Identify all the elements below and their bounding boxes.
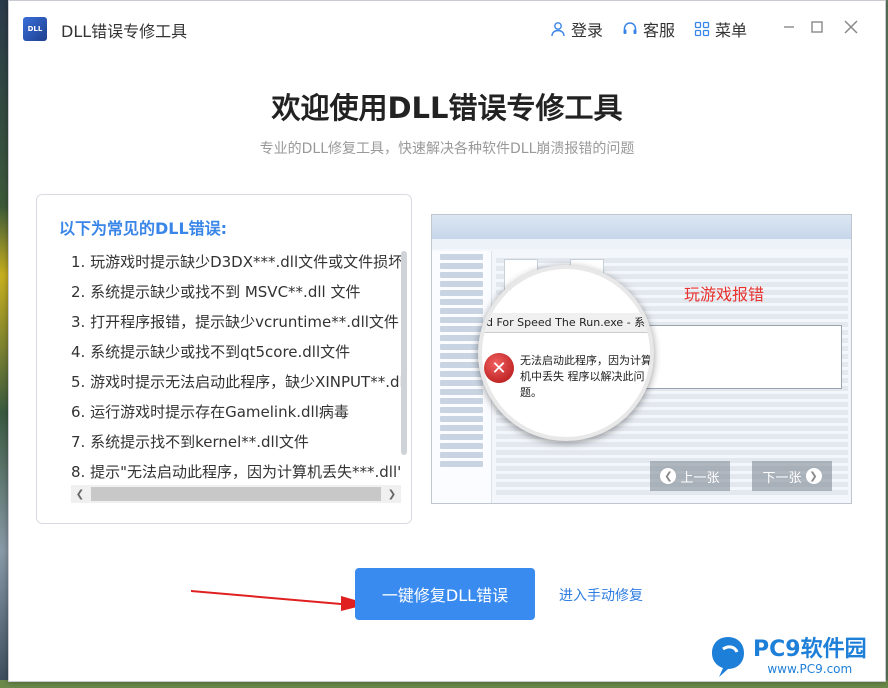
error-icon: ✕: [484, 353, 514, 383]
close-icon: [844, 20, 858, 34]
error-example-slideshow: d For Speed The Run.exe - 系统错误 ✕ 无法启动此程序…: [431, 214, 852, 504]
manual-repair-link[interactable]: 进入手动修复: [559, 585, 643, 605]
watermark-url: www.PC9.com: [767, 662, 853, 676]
list-item: 3. 打开程序报错，提示缺少vcruntime**.dll文件: [71, 313, 399, 331]
close-button[interactable]: [839, 15, 863, 39]
scroll-left-icon[interactable]: ❮: [71, 485, 89, 503]
scrollbar-thumb[interactable]: [91, 487, 381, 501]
magnified-error-dialog: d For Speed The Run.exe - 系统错误 ✕ 无法启动此程序…: [478, 265, 654, 441]
common-errors-title: 以下为常见的DLL错误:: [59, 219, 228, 238]
list-item: 5. 游戏时提示无法启动此程序，缺少XINPUT**.dll: [71, 373, 401, 391]
customer-service-button[interactable]: 客服: [621, 17, 675, 41]
list-item: 4. 系统提示缺少或找不到qt5core.dll文件: [71, 343, 351, 361]
login-button[interactable]: 登录: [549, 17, 603, 41]
maximize-icon: [811, 21, 823, 33]
common-errors-list: 1. 玩游戏时提示缺少D3DX***.dll文件或文件损坏 2. 系统提示缺少或…: [71, 247, 401, 487]
menu-label: 菜单: [715, 21, 748, 40]
service-label: 客服: [643, 21, 676, 40]
list-item: 2. 系统提示缺少或找不到 MSVC**.dll 文件: [71, 283, 361, 301]
user-icon: [549, 20, 567, 38]
minimize-icon: [784, 26, 794, 28]
dialog-message: 无法启动此程序，因为计算机中丢失 程序以解决此问题。: [520, 354, 652, 399]
app-window: DLL DLL错误专修工具 登录 客服 菜单 欢迎使用DLL错误专修工具 专业的…: [8, 0, 886, 682]
menu-button[interactable]: 菜单: [693, 17, 747, 41]
vertical-scrollbar[interactable]: [401, 251, 407, 455]
list-item: 6. 运行游戏时提示存在Gamelink.dll病毒: [71, 403, 349, 421]
scroll-right-icon[interactable]: ❯: [383, 485, 401, 503]
list-item: 8. 提示"无法启动此程序，因为计算机丢失***.dll": [71, 463, 401, 481]
login-label: 登录: [571, 21, 604, 40]
red-arrow-icon: [191, 590, 369, 611]
one-click-fix-button[interactable]: 一键修复DLL错误: [355, 568, 535, 620]
page-title: 欢迎使用DLL错误专修工具: [271, 91, 623, 125]
next-slide-button[interactable]: 下一张 ❯: [752, 461, 832, 491]
next-slide-label: 下一张: [762, 470, 802, 486]
headset-icon: [621, 20, 639, 38]
dialog-title: d For Speed The Run.exe - 系统错误: [482, 313, 650, 333]
grid-menu-icon: [693, 20, 711, 38]
example-caption: 玩游戏报错: [684, 285, 765, 304]
watermark-title: PC9软件园: [753, 637, 867, 662]
site-watermark: PC9软件园 www.PC9.com: [709, 633, 885, 681]
minimize-button[interactable]: [777, 15, 801, 39]
list-item: 1. 玩游戏时提示缺少D3DX***.dll文件或文件损坏: [71, 253, 401, 271]
chevron-left-icon: ❮: [660, 468, 677, 484]
title-bar: DLL DLL错误专修工具 登录 客服 菜单: [9, 1, 885, 57]
app-title: DLL错误专修工具: [61, 22, 188, 41]
chevron-right-icon: ❯: [805, 468, 822, 484]
list-item: 7. 系统提示找不到kernel**.dll文件: [71, 433, 309, 451]
horizontal-scrollbar[interactable]: ❮ ❯: [71, 485, 401, 503]
page-subtitle: 专业的DLL修复工具，快速解决各种软件DLL崩溃报错的问题: [259, 141, 635, 157]
example-explorer-toolbar: [432, 215, 851, 239]
maximize-button[interactable]: [805, 15, 829, 39]
previous-slide-button[interactable]: ❮ 上一张: [650, 461, 730, 491]
common-errors-panel: 以下为常见的DLL错误: 1. 玩游戏时提示缺少D3DX***.dll文件或文件…: [36, 194, 412, 524]
pc9-logo-icon: [709, 635, 747, 679]
desktop-background: [0, 0, 8, 688]
previous-slide-label: 上一张: [680, 470, 720, 486]
app-logo-icon: DLL: [23, 17, 47, 41]
